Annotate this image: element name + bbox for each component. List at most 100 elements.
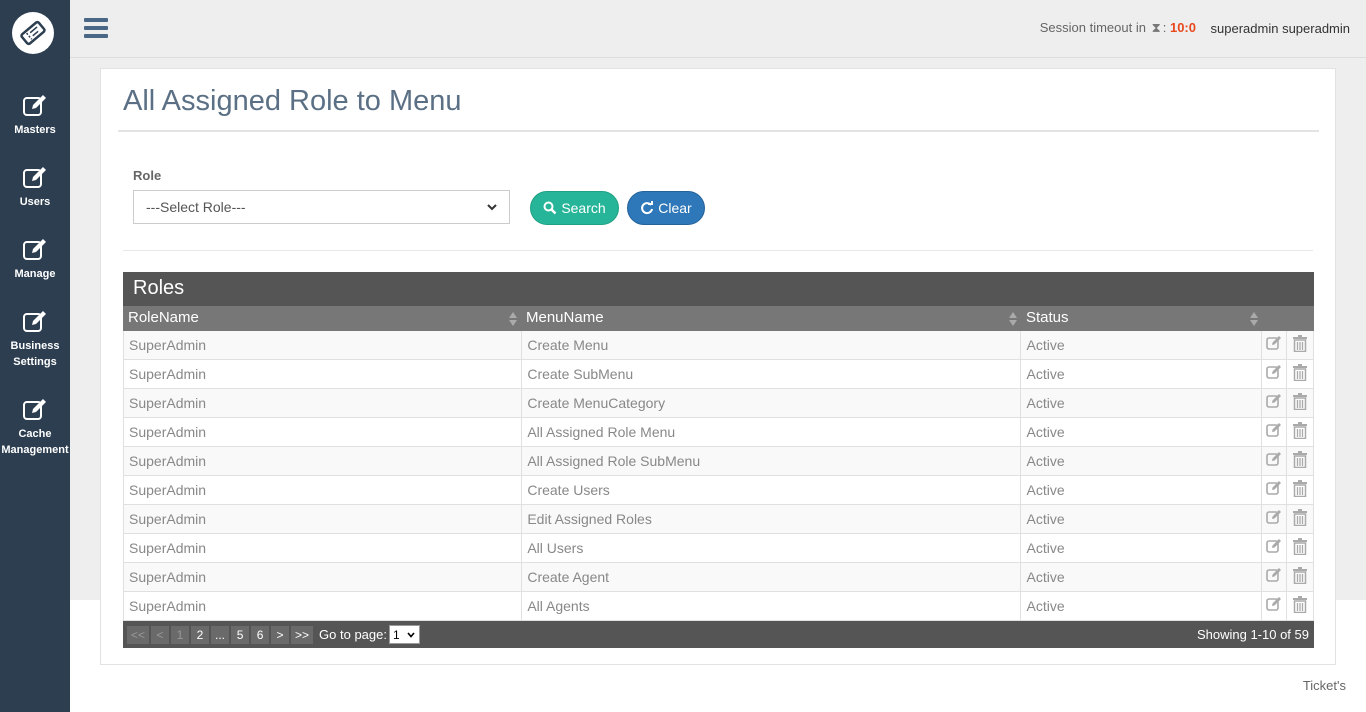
cell-status: Active xyxy=(1021,505,1263,533)
delete-icon[interactable] xyxy=(1287,331,1313,359)
roles-grid: Roles RoleName MenuName Status SuperAdmi… xyxy=(123,272,1314,648)
session-timeout: Session timeout in ⧗: 10:0 xyxy=(1040,20,1196,36)
table-row[interactable]: SuperAdmin Create Users Active xyxy=(124,476,1313,505)
edit-icon[interactable] xyxy=(1262,389,1288,417)
table-row[interactable]: SuperAdmin All Assigned Role SubMenu Activ… xyxy=(124,447,1313,476)
cell-rolename: SuperAdmin xyxy=(124,360,523,388)
table-row[interactable]: SuperAdmin Edit Assigned Roles Active xyxy=(124,505,1313,534)
table-row[interactable]: SuperAdmin All Users Active xyxy=(124,534,1313,563)
column-header-status[interactable]: Status xyxy=(1021,306,1262,331)
cell-rolename: SuperAdmin xyxy=(124,563,523,591)
cell-status: Active xyxy=(1021,447,1263,475)
pager-page-5[interactable]: 5 xyxy=(231,625,250,644)
pager-last-button[interactable]: >> xyxy=(291,625,314,644)
edit-icon[interactable] xyxy=(1262,476,1288,504)
sidebar-item-label: Cache xyxy=(18,428,52,440)
delete-icon[interactable] xyxy=(1287,563,1313,591)
edit-icon[interactable] xyxy=(1262,563,1288,591)
edit-icon[interactable] xyxy=(1262,534,1288,562)
pager-next-button[interactable]: > xyxy=(271,625,290,644)
sort-icon xyxy=(1009,312,1017,326)
hamburger-icon[interactable] xyxy=(84,18,108,40)
edit-icon xyxy=(23,95,46,116)
page-title: All Assigned Role to Menu xyxy=(123,85,462,117)
clear-button[interactable]: Clear xyxy=(627,191,705,225)
cell-status: Active xyxy=(1021,418,1263,446)
sidebar-item-label: Masters xyxy=(14,124,56,136)
delete-icon[interactable] xyxy=(1287,505,1313,533)
cell-status: Active xyxy=(1021,592,1263,620)
column-header-label: Status xyxy=(1026,309,1069,326)
cell-menuname: All Agents xyxy=(522,592,1022,620)
edit-icon[interactable] xyxy=(1262,447,1288,475)
delete-icon[interactable] xyxy=(1287,418,1313,446)
delete-icon[interactable] xyxy=(1287,389,1313,417)
role-select[interactable]: ---Select Role--- xyxy=(133,190,510,224)
edit-icon[interactable] xyxy=(1262,360,1288,388)
cell-menuname: Create Menu xyxy=(522,331,1022,359)
sidebar-item-manage[interactable]: Manage xyxy=(0,238,70,282)
column-header-rolename[interactable]: RoleName xyxy=(123,306,521,331)
hourglass-icon: ⧗ xyxy=(1151,20,1161,35)
delete-icon[interactable] xyxy=(1287,592,1313,620)
edit-icon xyxy=(23,399,46,420)
user-name[interactable]: superadmin superadmin xyxy=(1211,21,1350,36)
delete-icon[interactable] xyxy=(1287,534,1313,562)
sidebar-item-label: Business xyxy=(10,340,60,352)
sidebar-item-label-line2: Settings xyxy=(13,356,57,368)
edit-icon[interactable] xyxy=(1262,331,1288,359)
session-timer: 10:0 xyxy=(1169,20,1196,35)
edit-icon[interactable] xyxy=(1262,505,1288,533)
footer-link[interactable]: Ticket's xyxy=(1303,678,1346,693)
cell-menuname: Create Users xyxy=(522,476,1022,504)
delete-icon[interactable] xyxy=(1287,447,1313,475)
role-label: Role xyxy=(133,168,162,183)
cell-rolename: SuperAdmin xyxy=(124,476,523,504)
filter-divider xyxy=(123,250,1313,251)
goto-page-select[interactable]: 1 xyxy=(389,625,420,644)
sidebar-item-users[interactable]: Users xyxy=(0,166,70,210)
refresh-icon xyxy=(641,201,654,215)
cell-menuname: Create SubMenu xyxy=(522,360,1022,388)
pager-prev-button[interactable]: < xyxy=(151,625,170,644)
sidebar-item-cache-management[interactable]: Cache Management xyxy=(0,398,70,458)
pager-first-button[interactable]: << xyxy=(127,625,150,644)
cell-rolename: SuperAdmin xyxy=(124,389,523,417)
edit-icon xyxy=(23,239,46,260)
cell-menuname: Create Agent xyxy=(522,563,1022,591)
search-button-label: Search xyxy=(561,200,606,216)
edit-icon[interactable] xyxy=(1262,418,1288,446)
cell-status: Active xyxy=(1021,476,1263,504)
table-row[interactable]: SuperAdmin All Agents Active xyxy=(124,592,1313,621)
clear-button-label: Clear xyxy=(658,200,692,216)
column-header-label: MenuName xyxy=(526,309,604,326)
table-row[interactable]: SuperAdmin Create MenuCategory Active xyxy=(124,389,1313,418)
sidebar-item-masters[interactable]: Masters xyxy=(0,94,70,138)
delete-icon[interactable] xyxy=(1287,476,1313,504)
pager-page-1[interactable]: 1 xyxy=(171,625,190,644)
pager-page-2[interactable]: 2 xyxy=(191,625,210,644)
edit-icon[interactable] xyxy=(1262,592,1288,620)
column-header-menuname[interactable]: MenuName xyxy=(521,306,1021,331)
cell-status: Active xyxy=(1021,360,1263,388)
column-header-label: RoleName xyxy=(128,309,199,326)
pager-page-6[interactable]: 6 xyxy=(251,625,270,644)
session-separator: : xyxy=(1162,20,1167,35)
table-row[interactable]: SuperAdmin Create Menu Active xyxy=(124,331,1313,360)
chevron-down-icon xyxy=(487,204,497,211)
search-button[interactable]: Search xyxy=(530,191,619,225)
showing-count: Showing 1-10 of 59 xyxy=(1196,627,1309,642)
table-row[interactable]: SuperAdmin All Assigned Role Menu Active xyxy=(124,418,1313,447)
goto-page-value: 1 xyxy=(393,627,400,642)
cell-menuname: All Assigned Role SubMenu xyxy=(522,447,1022,475)
sidebar-item-business-settings[interactable]: Business Settings xyxy=(0,310,70,370)
delete-icon[interactable] xyxy=(1287,360,1313,388)
sort-icon xyxy=(509,312,517,326)
table-row[interactable]: SuperAdmin Create Agent Active xyxy=(124,563,1313,592)
table-row[interactable]: SuperAdmin Create SubMenu Active xyxy=(124,360,1313,389)
ticket-logo-icon[interactable] xyxy=(12,12,54,54)
edit-icon xyxy=(23,167,46,188)
cell-rolename: SuperAdmin xyxy=(124,505,523,533)
sidebar-item-label: Manage xyxy=(14,268,56,280)
pager: << < 1 2 ... 5 6 > >> Go to page: 1 Show… xyxy=(123,621,1314,648)
